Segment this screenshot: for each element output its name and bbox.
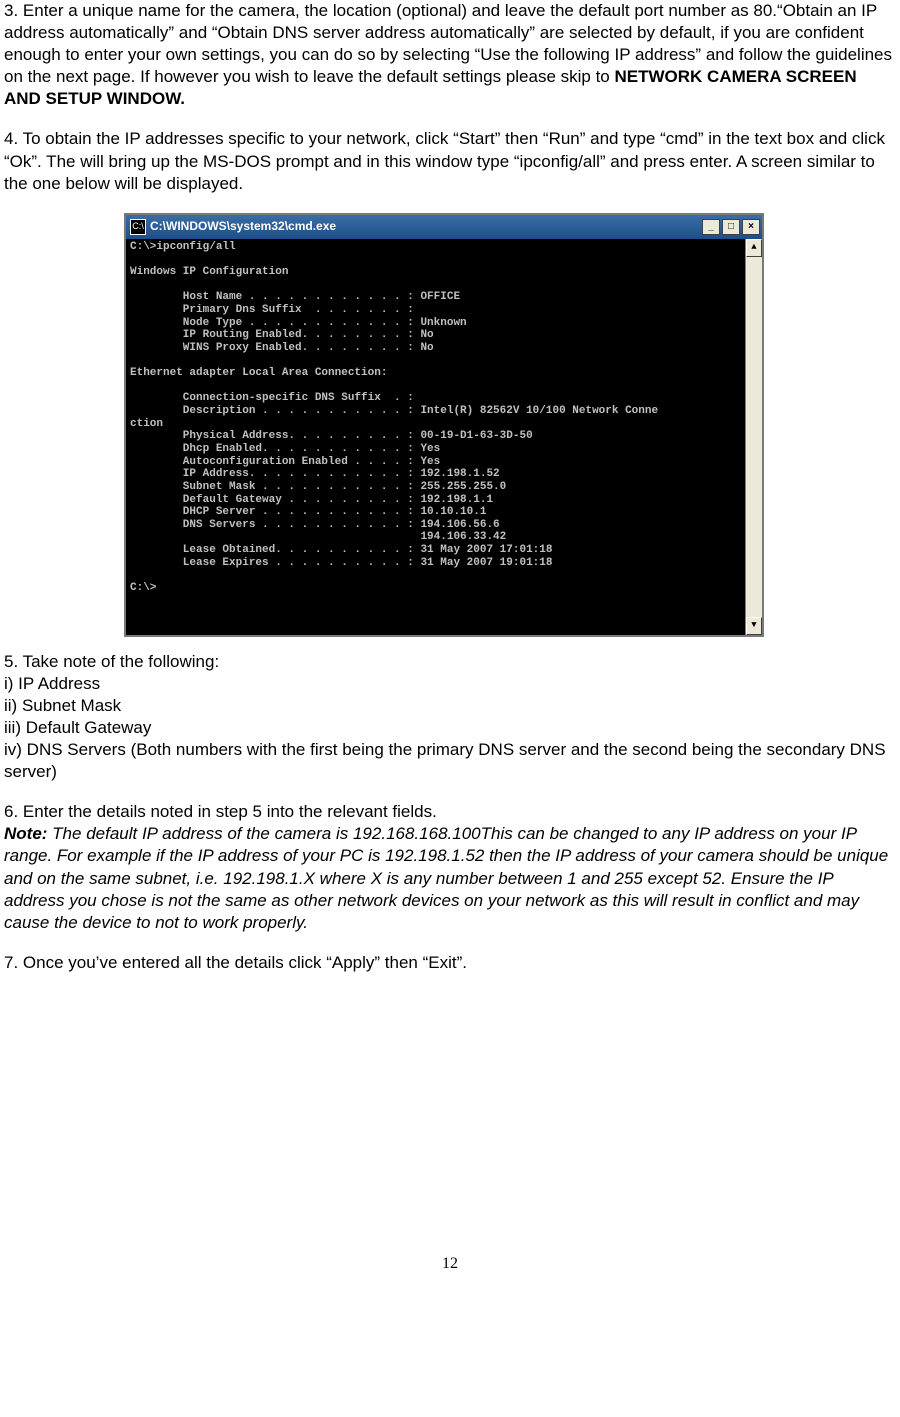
minimize-button[interactable]: _ [702, 219, 720, 235]
scroll-track[interactable] [746, 257, 762, 617]
step-5: 5. Take note of the following: i) IP Add… [4, 651, 896, 784]
cmd-output: C:\>ipconfig/all Windows IP Configuratio… [126, 239, 745, 635]
step-3: 3. Enter a unique name for the camera, t… [4, 0, 896, 110]
step-7: 7. Once you’ve entered all the details c… [4, 952, 896, 974]
step-5-iv: iv) DNS Servers (Both numbers with the f… [4, 739, 896, 783]
note-body: The default IP address of the camera is … [4, 824, 888, 931]
window-buttons: _ □ × [702, 219, 760, 235]
step-5-lead: 5. Take note of the following: [4, 651, 896, 673]
maximize-button[interactable]: □ [722, 219, 740, 235]
step-6: 6. Enter the details noted in step 5 int… [4, 801, 896, 934]
step-5-iii: iii) Default Gateway [4, 717, 896, 739]
cmd-body-wrap: C:\>ipconfig/all Windows IP Configuratio… [126, 239, 762, 635]
scroll-up-icon[interactable]: ▲ [746, 239, 762, 257]
scroll-down-icon[interactable]: ▼ [746, 617, 762, 635]
step-6-lead: 6. Enter the details noted in step 5 int… [4, 801, 896, 823]
cmd-icon: C:\ [130, 219, 146, 235]
cmd-scrollbar[interactable]: ▲ ▼ [745, 239, 762, 635]
cmd-title-text: C:\WINDOWS\system32\cmd.exe [150, 219, 702, 235]
step-5-i: i) IP Address [4, 673, 896, 695]
page-number: 12 [4, 1254, 896, 1275]
cmd-screenshot: C:\ C:\WINDOWS\system32\cmd.exe _ □ × C:… [124, 213, 764, 637]
step-4: 4. To obtain the IP addresses specific t… [4, 128, 896, 194]
cmd-titlebar: C:\ C:\WINDOWS\system32\cmd.exe _ □ × [126, 215, 762, 239]
step-5-ii: ii) Subnet Mask [4, 695, 896, 717]
close-button[interactable]: × [742, 219, 760, 235]
note-label: Note: [4, 824, 47, 843]
cmd-window: C:\ C:\WINDOWS\system32\cmd.exe _ □ × C:… [124, 213, 764, 637]
step-6-note: Note: The default IP address of the came… [4, 823, 896, 933]
